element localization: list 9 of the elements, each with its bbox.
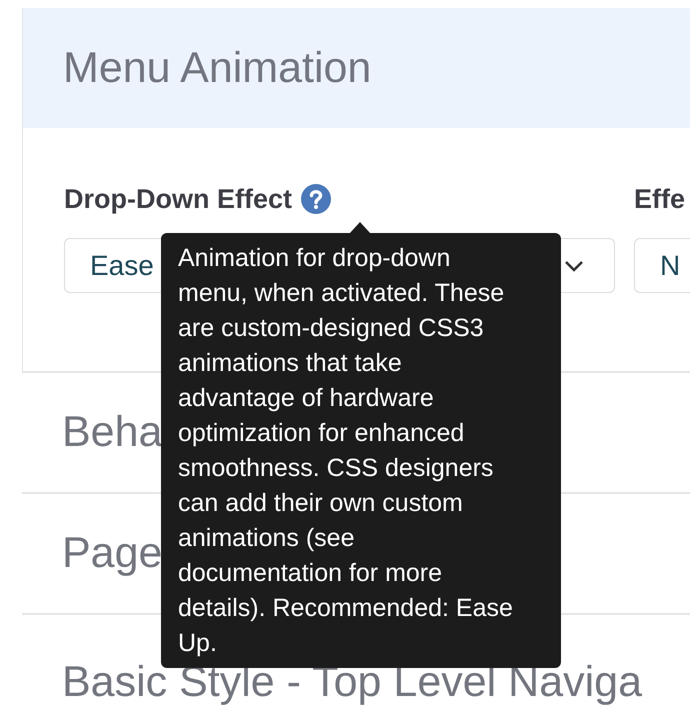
effect-select[interactable]: N: [634, 238, 690, 293]
field-label: Drop-Down Effect: [64, 184, 292, 214]
section-title[interactable]: Page: [62, 529, 162, 578]
section-title[interactable]: Beha: [62, 408, 162, 457]
chevron-icon: [564, 260, 584, 272]
panel-title: Menu Animation: [63, 44, 372, 92]
help-icon[interactable]: [300, 184, 331, 214]
field-label: Effe: [634, 184, 686, 214]
tooltip-text: Animation for drop-down menu, when activated. These are custom-designed CSS3 animations that take advantage of hardware optimization for enhanced smoothness. CSS designers can add their own custom animations (see documentation for more details). Recommended: Ease Up.: [178, 243, 514, 659]
